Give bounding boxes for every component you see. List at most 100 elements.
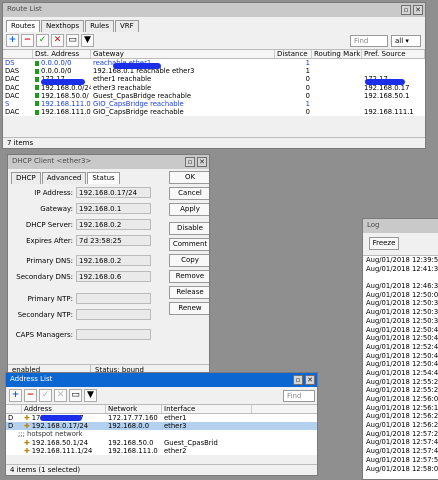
filter-button[interactable]: ▼ [81, 34, 94, 47]
freeze-button[interactable]: Freeze [369, 237, 399, 250]
comment-button[interactable]: ▭ [66, 34, 79, 47]
log-entry[interactable]: Aug/01/2018 12:57:48 [363, 447, 438, 456]
cell-src [362, 59, 425, 67]
col-flags[interactable] [6, 405, 22, 413]
col-routing-mark[interactable]: Routing Mark [312, 50, 362, 58]
log-entry[interactable]: Aug/01/2018 12:57:48 [363, 438, 438, 447]
comment-row[interactable]: ;;; hotspot network [6, 430, 317, 439]
close-button[interactable]: ✕ [305, 375, 315, 385]
col-flags[interactable] [3, 50, 33, 58]
tab-routes[interactable]: Routes [6, 20, 40, 32]
col-interface[interactable]: Interface [162, 405, 252, 413]
enable-button[interactable]: ✓ [39, 389, 52, 402]
copy-button[interactable]: Copy [169, 254, 209, 267]
log-entry[interactable]: Aug/01/2018 12:56:20 [363, 412, 438, 421]
table-row[interactable]: D ✚ 192.168.0.17/24 192.168.0.0 ether3 [6, 422, 317, 431]
enable-button[interactable]: ✓ [36, 34, 49, 47]
log-entry[interactable]: Aug/01/2018 12:41:32 [363, 265, 438, 274]
tab-rules[interactable]: Rules [85, 20, 114, 32]
table-row[interactable]: DS0.0.0.0/0reachable ether11 [3, 59, 425, 68]
col-pref-source[interactable]: Pref. Source [362, 50, 425, 58]
log-entry[interactable]: Aug/01/2018 12:50:36 [363, 299, 438, 308]
table-row[interactable]: S 192.168.111.0 GIO_CapsBridge reachable 1 [3, 99, 425, 109]
minimize-button[interactable]: ▫ [401, 5, 411, 15]
cell-dist: 1 [275, 100, 312, 108]
log-entry[interactable]: Aug/01/2018 12:39:58 [363, 256, 438, 265]
table-row[interactable]: ✚ 192.168.111.1/24 192.168.111.0 ether2 [6, 446, 317, 455]
ok-button[interactable]: OK [169, 171, 209, 184]
tab-status[interactable]: Status [87, 172, 120, 184]
field-label: Expires After: [26, 237, 73, 245]
log-entry[interactable]: Aug/01/2018 12:52:42 [363, 343, 438, 352]
add-button[interactable]: + [6, 34, 19, 47]
renew-button[interactable]: Renew [169, 302, 209, 315]
cell-flags: DAC [3, 84, 33, 92]
dhcp-titlebar[interactable]: DHCP Client <ether3> ▫ ✕ [8, 155, 209, 169]
log-entry[interactable]: Aug/01/2018 12:46:39 [363, 282, 438, 291]
cell-gw: ether1 reachable [91, 75, 275, 83]
col-distance[interactable]: Distance [275, 50, 312, 58]
log-entry[interactable]: Aug/01/2018 12:50:40 [363, 326, 438, 335]
close-button[interactable]: ✕ [197, 157, 207, 167]
comment-button[interactable]: Comment [169, 238, 209, 251]
log-entry[interactable]: Aug/01/2018 12:58:01 [363, 465, 438, 474]
minimize-button[interactable]: ▫ [185, 157, 195, 167]
minimize-button[interactable]: ▫ [293, 375, 303, 385]
route-list-title: Route List [7, 5, 42, 13]
log-titlebar[interactable]: Log [363, 219, 438, 233]
tab-dhcp[interactable]: DHCP [11, 172, 41, 184]
cell-gw: GIO_CapsBridge reachable [91, 108, 275, 116]
table-row[interactable]: ✚ 192.168.50.1/24 192.168.50.0 Guest_CpasBr… [6, 438, 317, 447]
col-network[interactable]: Network [106, 405, 162, 413]
disable-button[interactable]: ✕ [54, 389, 67, 402]
log-entry[interactable]: Aug/01/2018 12:56:29 [363, 421, 438, 430]
filter-button[interactable]: ▼ [84, 389, 97, 402]
find-input[interactable]: Find [350, 35, 388, 47]
log-entry[interactable]: Aug/01/2018 12:57:25 [363, 430, 438, 439]
route-flag-icon [35, 101, 39, 107]
cell-text: 192.168.111.0 [41, 108, 91, 117]
tab-vrf[interactable]: VRF [114, 20, 139, 32]
find-input[interactable]: Find [283, 390, 315, 402]
log-entry[interactable]: Aug/01/2018 12:56:10 [363, 404, 438, 413]
filter-select[interactable]: all ▾ [391, 35, 421, 47]
log-entry[interactable]: Aug/01/2018 12:57:52 [363, 456, 438, 465]
col-dst[interactable]: Dst. Address [33, 50, 91, 58]
release-button[interactable]: Release [169, 286, 209, 299]
tab-advanced[interactable]: Advanced [41, 172, 87, 184]
address-list-titlebar[interactable]: Address List ▫ ✕ [6, 373, 317, 387]
remove-button[interactable]: − [21, 34, 34, 47]
add-button[interactable]: + [9, 389, 22, 402]
col-gateway[interactable]: Gateway [91, 50, 275, 58]
log-entry[interactable]: Aug/01/2018 12:55:29 [363, 386, 438, 395]
table-row[interactable]: DAC 192.168.50.0/Guest_CpasBridge reachab… [3, 91, 425, 100]
comment-button[interactable]: ▭ [69, 389, 82, 402]
disable-button[interactable]: Disable [169, 222, 209, 235]
table-row[interactable]: DAC 192.168.111.0 GIO_CapsBridge reachable… [3, 108, 425, 117]
field-value [76, 329, 151, 340]
disable-button[interactable]: ✕ [51, 34, 64, 47]
log-entry[interactable]: Aug/01/2018 12:50:01 [363, 291, 438, 300]
apply-button[interactable]: Apply [169, 203, 209, 216]
log-entry[interactable]: Aug/01/2018 12:56:06 [363, 395, 438, 404]
close-button[interactable]: ✕ [413, 5, 423, 15]
log-entry[interactable]: Aug/01/2018 12:55:29 [363, 378, 438, 387]
col-address[interactable]: Address [22, 405, 106, 413]
remove-button[interactable]: Remove [169, 270, 209, 283]
log-entry[interactable]: Aug/01/2018 12:50:44 [363, 360, 438, 369]
route-list-titlebar[interactable]: Route List ▫ ✕ [3, 3, 425, 17]
field-caps-managers: CAPS Managers: [8, 329, 158, 341]
tab-nexthops[interactable]: Nexthops [40, 20, 85, 32]
cancel-button[interactable]: Cancel [169, 187, 209, 200]
field-label: Primary DNS: [26, 257, 73, 265]
address-list-title: Address List [10, 375, 53, 383]
log-entry[interactable]: Aug/01/2018 12:50:38 [363, 308, 438, 317]
table-row[interactable]: DAS 0.0.0.0/0 192.168.0.1 reachable ether3… [3, 67, 425, 76]
log-entry[interactable] [363, 273, 438, 282]
route-flag-icon [35, 109, 39, 115]
log-entry[interactable]: Aug/01/2018 12:50:39 [363, 317, 438, 326]
log-entry[interactable]: Aug/01/2018 12:50:41 [363, 334, 438, 343]
log-entry[interactable]: Aug/01/2018 12:54:40 [363, 369, 438, 378]
remove-button[interactable]: − [24, 389, 37, 402]
log-entry[interactable]: Aug/01/2018 12:50:44 [363, 352, 438, 361]
